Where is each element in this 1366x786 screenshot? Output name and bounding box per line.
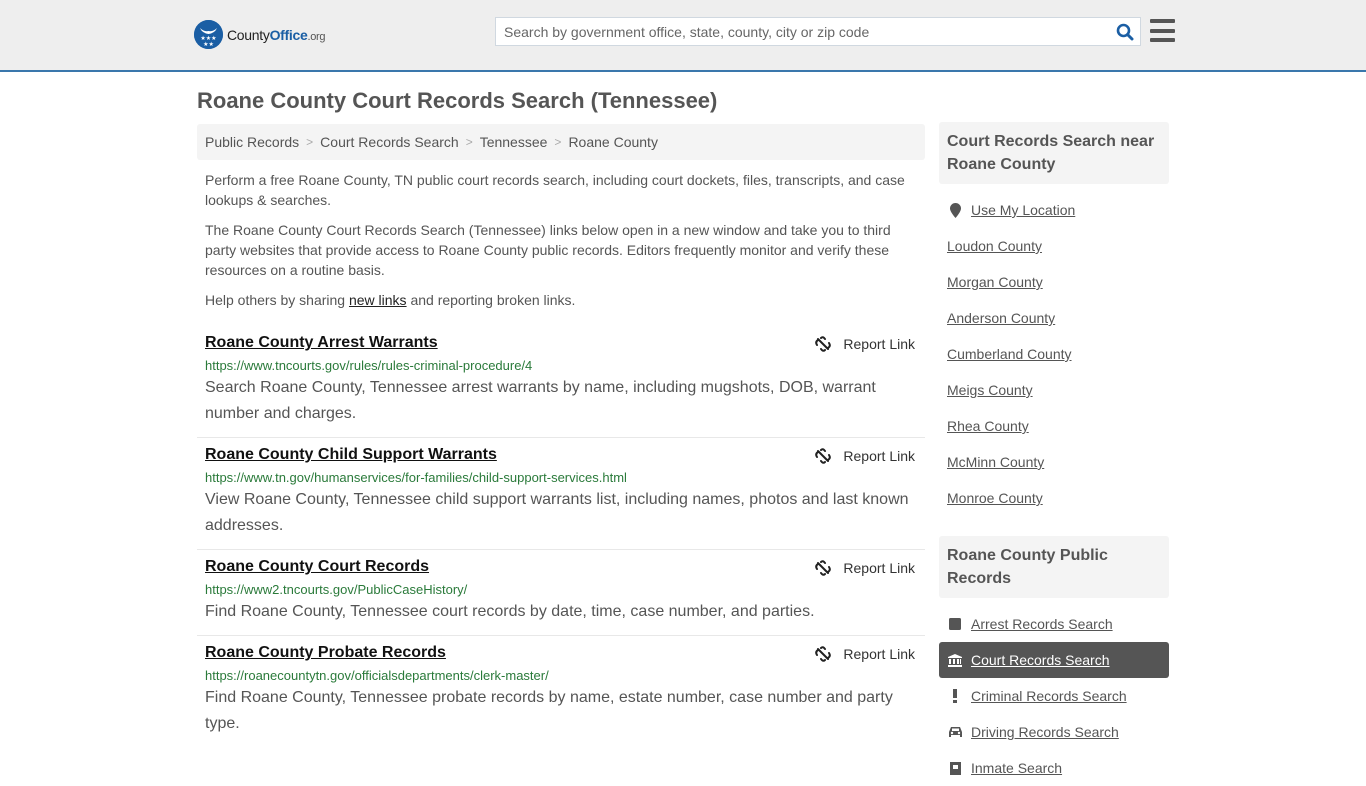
public-records-heading: Roane County Public Records [939, 536, 1169, 598]
site-header: ★★★ ★★ CountyOffice.org [0, 0, 1366, 72]
public-record-item-criminal[interactable]: Criminal Records Search [939, 678, 1169, 714]
nearby-counties-list: Use My Location Loudon County Morgan Cou… [939, 192, 1169, 516]
nearby-county-item[interactable]: Morgan County [939, 264, 1169, 300]
exclamation-icon [947, 689, 963, 703]
report-link-button[interactable]: Report Link [815, 448, 915, 464]
broken-link-icon [815, 336, 832, 352]
result-title-link[interactable]: Roane County Arrest Warrants [205, 334, 438, 352]
broken-link-icon [815, 560, 832, 576]
use-my-location-item[interactable]: Use My Location [939, 192, 1169, 228]
square-icon [947, 618, 963, 630]
nearby-county-link[interactable]: Loudon County [947, 238, 1042, 254]
nearby-county-link[interactable]: Rhea County [947, 418, 1029, 434]
breadcrumb-separator: > [465, 135, 473, 149]
result-url[interactable]: https://www2.tncourts.gov/PublicCaseHist… [205, 582, 917, 597]
driving-records-link[interactable]: Driving Records Search [971, 724, 1119, 740]
nearby-county-item[interactable]: Cumberland County [939, 336, 1169, 372]
nearby-county-link[interactable]: McMinn County [947, 454, 1044, 470]
broken-link-icon [815, 448, 832, 464]
car-icon [947, 726, 963, 738]
result-description: View Roane County, Tennessee child suppo… [205, 491, 909, 534]
result-url[interactable]: https://roanecountytn.gov/officialsdepar… [205, 668, 917, 683]
breadcrumb-public-records[interactable]: Public Records [205, 134, 299, 150]
result-item: Roane County Child Support Warrants Repo… [197, 438, 925, 550]
intro-paragraph-2: The Roane County Court Records Search (T… [205, 222, 891, 278]
result-description: Find Roane County, Tennessee court recor… [205, 603, 815, 620]
report-link-button[interactable]: Report Link [815, 560, 915, 576]
nearby-county-item[interactable]: Meigs County [939, 372, 1169, 408]
nearby-county-item[interactable]: Monroe County [939, 480, 1169, 516]
search-icon[interactable] [1110, 18, 1140, 45]
public-record-item-driving[interactable]: Driving Records Search [939, 714, 1169, 750]
intro-paragraph-3: Help others by sharing new links and rep… [205, 292, 576, 308]
breadcrumb-tennessee[interactable]: Tennessee [480, 134, 548, 150]
result-title-link[interactable]: Roane County Court Records [205, 558, 429, 576]
nearby-county-item[interactable]: Rhea County [939, 408, 1169, 444]
breadcrumb-court-records-search[interactable]: Court Records Search [320, 134, 459, 150]
logo-wordmark: CountyOffice.org [227, 26, 326, 43]
public-records-list: Arrest Records Search Court Records Sear… [939, 606, 1169, 786]
svg-text:★★: ★★ [203, 41, 214, 48]
nearby-county-link[interactable]: Anderson County [947, 310, 1055, 326]
map-marker-icon [947, 202, 963, 218]
result-item: Roane County Arrest Warrants Report Link… [197, 326, 925, 438]
nearby-county-item[interactable]: McMinn County [939, 444, 1169, 480]
intro-paragraph-1: Perform a free Roane County, TN public c… [205, 172, 905, 208]
breadcrumb: Public Records > Court Records Search > … [197, 124, 925, 160]
breadcrumb-roane-county[interactable]: Roane County [568, 134, 658, 150]
courthouse-icon [947, 653, 963, 667]
intro-text: Perform a free Roane County, TN public c… [197, 170, 925, 310]
nearby-county-link[interactable]: Cumberland County [947, 346, 1072, 362]
arrest-records-link[interactable]: Arrest Records Search [971, 616, 1113, 632]
sidebar: Court Records Search near Roane County U… [939, 122, 1169, 786]
result-title-link[interactable]: Roane County Child Support Warrants [205, 446, 497, 464]
search-bar [495, 17, 1141, 46]
site-logo[interactable]: ★★★ ★★ CountyOffice.org [194, 20, 326, 49]
page-title: Roane County Court Records Search (Tenne… [197, 88, 718, 113]
new-links-link[interactable]: new links [349, 292, 407, 308]
svg-text:★★★: ★★★ [200, 35, 216, 42]
public-record-item-inmate[interactable]: Inmate Search [939, 750, 1169, 786]
breadcrumb-separator: > [554, 135, 562, 149]
public-record-item-court[interactable]: Court Records Search [939, 642, 1169, 678]
use-my-location-link[interactable]: Use My Location [971, 202, 1075, 218]
result-url[interactable]: https://www.tn.gov/humanservices/for-fam… [205, 470, 917, 485]
result-item: Roane County Court Records Report Link h… [197, 550, 925, 636]
nearby-county-item[interactable]: Anderson County [939, 300, 1169, 336]
inmate-search-link[interactable]: Inmate Search [971, 760, 1062, 776]
breadcrumb-separator: > [306, 135, 314, 149]
result-title-link[interactable]: Roane County Probate Records [205, 644, 446, 662]
result-item: Roane County Probate Records Report Link… [197, 636, 925, 747]
jail-icon [947, 761, 963, 775]
result-description: Search Roane County, Tennessee arrest wa… [205, 379, 876, 422]
nearby-county-link[interactable]: Morgan County [947, 274, 1043, 290]
nearby-heading: Court Records Search near Roane County [939, 122, 1169, 184]
eagle-stars-icon: ★★★ ★★ [194, 20, 223, 49]
nearby-county-link[interactable]: Monroe County [947, 490, 1043, 506]
main-content: Public Records > Court Records Search > … [197, 124, 925, 747]
results-list: Roane County Arrest Warrants Report Link… [197, 326, 925, 747]
result-url[interactable]: https://www.tncourts.gov/rules/rules-cri… [205, 358, 917, 373]
search-input[interactable] [496, 18, 1110, 45]
report-link-button[interactable]: Report Link [815, 336, 915, 352]
criminal-records-link[interactable]: Criminal Records Search [971, 688, 1127, 704]
broken-link-icon [815, 646, 832, 662]
result-description: Find Roane County, Tennessee probate rec… [205, 689, 893, 732]
report-link-button[interactable]: Report Link [815, 646, 915, 662]
nearby-county-link[interactable]: Meigs County [947, 382, 1033, 398]
court-records-link[interactable]: Court Records Search [971, 652, 1110, 668]
public-record-item-arrest[interactable]: Arrest Records Search [939, 606, 1169, 642]
hamburger-menu-icon[interactable] [1150, 19, 1175, 42]
nearby-county-item[interactable]: Loudon County [939, 228, 1169, 264]
